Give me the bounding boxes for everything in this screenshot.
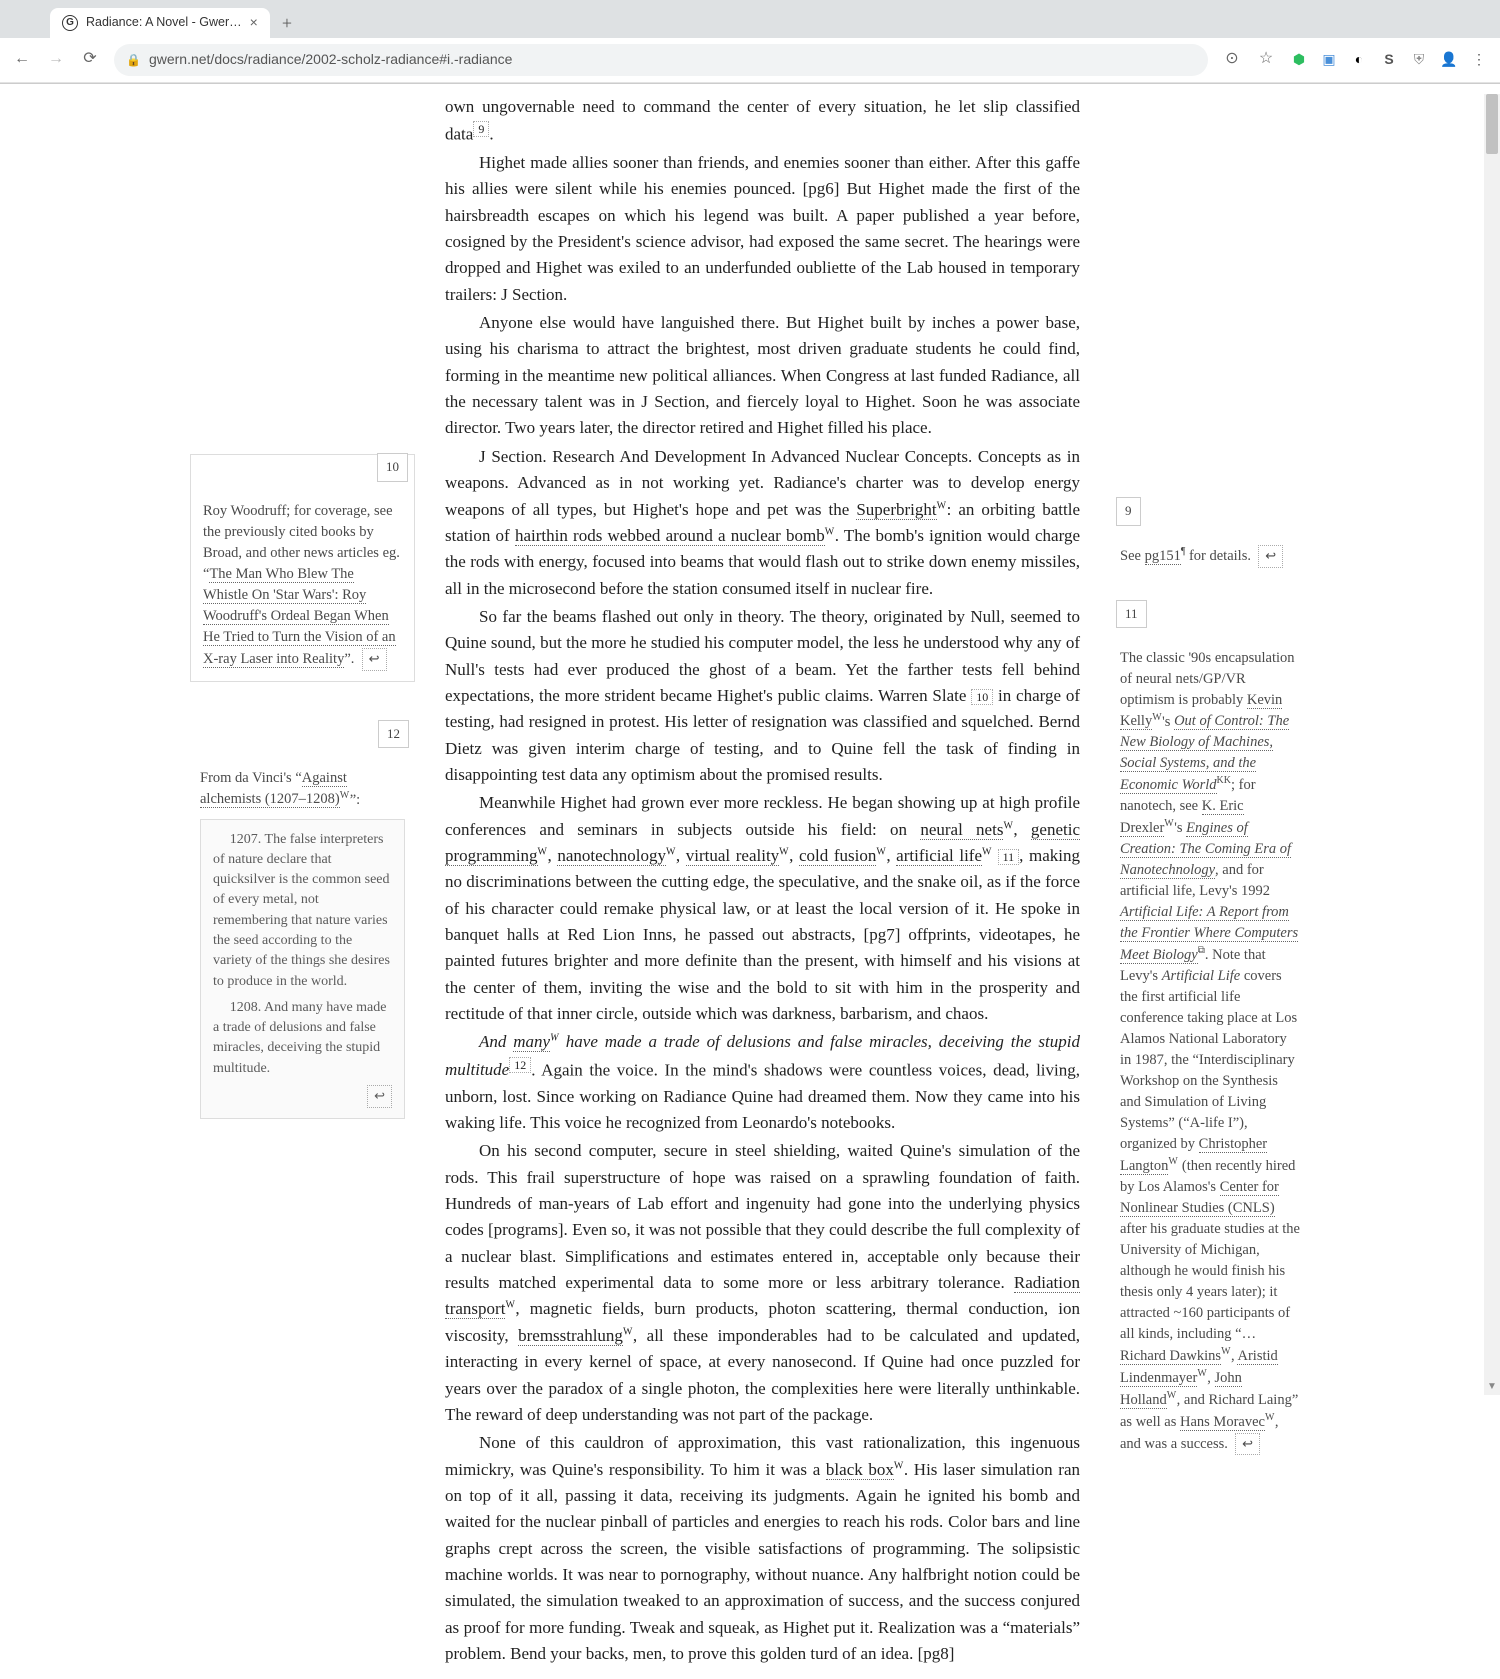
link-moravec[interactable]: Hans Moravec	[1180, 1414, 1265, 1431]
browser-chrome: G Radiance: A Novel - Gwer… × + ← → ⟳ 🔒 …	[0, 0, 1500, 84]
body-paragraph: So far the beams flashed out only in the…	[445, 604, 1080, 788]
favicon-icon: G	[62, 15, 78, 31]
extension-icon-3[interactable]: ◐	[1350, 51, 1368, 69]
sidenote-number[interactable]: 9	[1116, 497, 1141, 526]
sidenote-number[interactable]: 12	[378, 720, 409, 749]
url-text: gwern.net/docs/radiance/2002-scholz-radi…	[149, 49, 512, 71]
sidenote-12: 12 From da Vinci's “Against alchemists (…	[190, 722, 415, 1129]
return-icon[interactable]: ↩	[362, 648, 387, 671]
sidenote-text: From da Vinci's	[200, 770, 295, 786]
link-many[interactable]: many	[513, 1032, 550, 1052]
close-icon[interactable]: ×	[250, 12, 258, 34]
link-neural-nets[interactable]: neural nets	[920, 820, 1003, 840]
footnote-ref-12[interactable]: 12	[509, 1057, 531, 1073]
profile-icon[interactable]: 👤	[1440, 51, 1458, 69]
extension-icons: ⬢ ▣ ◐ S ⛨ 👤 ⋮	[1290, 51, 1488, 69]
menu-icon[interactable]: ⋮	[1470, 51, 1488, 69]
tab-bar: G Radiance: A Novel - Gwer… × +	[0, 0, 1500, 38]
footnote-ref-10[interactable]: 10	[971, 689, 993, 705]
browser-tab[interactable]: G Radiance: A Novel - Gwer… ×	[50, 8, 270, 38]
link-bremsstrahlung[interactable]: bremsstrahlung	[518, 1326, 623, 1346]
return-icon[interactable]: ↩	[1235, 1433, 1260, 1456]
evernote-icon[interactable]: ⬢	[1290, 51, 1308, 69]
url-input[interactable]: 🔒 gwern.net/docs/radiance/2002-scholz-ra…	[114, 44, 1208, 76]
left-sidenote-column: 10 Roy Woodruff; for coverage, see the p…	[190, 94, 415, 1670]
right-sidenote-column: 9 See pg151¶ for details. ↩ 11 The class…	[1110, 94, 1310, 1670]
forward-button[interactable]: →	[46, 47, 66, 72]
footnote-ref-11[interactable]: 11	[998, 849, 1020, 865]
body-paragraph: And manyW have made a trade of delusions…	[445, 1029, 1080, 1136]
link-dawkins[interactable]: Richard Dawkins	[1120, 1348, 1221, 1365]
scrollbar-thumb[interactable]	[1486, 94, 1498, 154]
sidenote-9: 9 See pg151¶ for details. ↩	[1110, 499, 1310, 578]
scrollbar[interactable]: ▲ ▼	[1484, 94, 1500, 1395]
quote-block: 1207. The false interpreters of nature d…	[200, 819, 405, 1119]
link-virtual-reality[interactable]: virtual reality	[686, 846, 779, 866]
sidenote-text: Roy Woodruff; for coverage, see the prev…	[203, 503, 400, 561]
scroll-down-icon[interactable]: ▼	[1484, 1379, 1500, 1395]
body-paragraph: own ungovernable need to command the cen…	[445, 94, 1080, 148]
address-bar: ← → ⟳ 🔒 gwern.net/docs/radiance/2002-sch…	[0, 38, 1500, 83]
back-button[interactable]: ←	[12, 47, 32, 72]
page-content: 10 Roy Woodruff; for coverage, see the p…	[190, 84, 1310, 1679]
sidenote-number[interactable]: 10	[377, 453, 408, 482]
lock-icon: 🔒	[126, 51, 141, 70]
link-cold-fusion[interactable]: cold fusion	[799, 846, 876, 866]
link-hairthin-rods[interactable]: hairthin rods webbed around a nuclear bo…	[515, 526, 825, 546]
sidenote-10: 10 Roy Woodruff; for coverage, see the p…	[190, 454, 415, 682]
body-paragraph: Highet made allies sooner than friends, …	[445, 150, 1080, 308]
link-artificial-life[interactable]: artificial life	[896, 846, 982, 866]
body-paragraph: Meanwhile Highet had grown ever more rec…	[445, 790, 1080, 1027]
star-icon[interactable]: ☆	[1256, 47, 1276, 72]
return-icon[interactable]: ↩	[367, 1085, 392, 1108]
return-icon[interactable]: ↩	[1258, 545, 1283, 568]
search-icon[interactable]: ⊙	[1222, 47, 1242, 72]
footnote-ref-9[interactable]: 9	[473, 121, 489, 137]
body-paragraph: J Section. Research And Development In A…	[445, 444, 1080, 602]
main-text-column: own ungovernable need to command the cen…	[415, 94, 1110, 1670]
tab-title: Radiance: A Novel - Gwer…	[86, 13, 242, 32]
quote-text: 1207. The false interpreters of nature d…	[213, 830, 392, 992]
link-nanotechnology[interactable]: nanotechnology	[557, 846, 666, 866]
reload-button[interactable]: ⟳	[80, 47, 100, 72]
quote-text: 1208. And many have made a trade of delu…	[213, 998, 392, 1079]
sidenote-number[interactable]: 11	[1116, 600, 1147, 629]
sidenote-11: 11 The classic '90s encapsulation of neu…	[1110, 602, 1310, 1466]
sidenote-link[interactable]: pg151	[1145, 548, 1181, 565]
shield-icon[interactable]: ⛨	[1410, 51, 1428, 69]
body-paragraph: On his second computer, secure in steel …	[445, 1138, 1080, 1428]
link-black-box[interactable]: black box	[826, 1460, 894, 1480]
extension-icon-s[interactable]: S	[1380, 51, 1398, 69]
link-superbright[interactable]: Superbright	[856, 500, 936, 520]
extension-icon-2[interactable]: ▣	[1320, 51, 1338, 69]
body-paragraph: None of this cauldron of approximation, …	[445, 1430, 1080, 1667]
body-paragraph: Anyone else would have languished there.…	[445, 310, 1080, 442]
new-tab-button[interactable]: +	[270, 10, 304, 38]
